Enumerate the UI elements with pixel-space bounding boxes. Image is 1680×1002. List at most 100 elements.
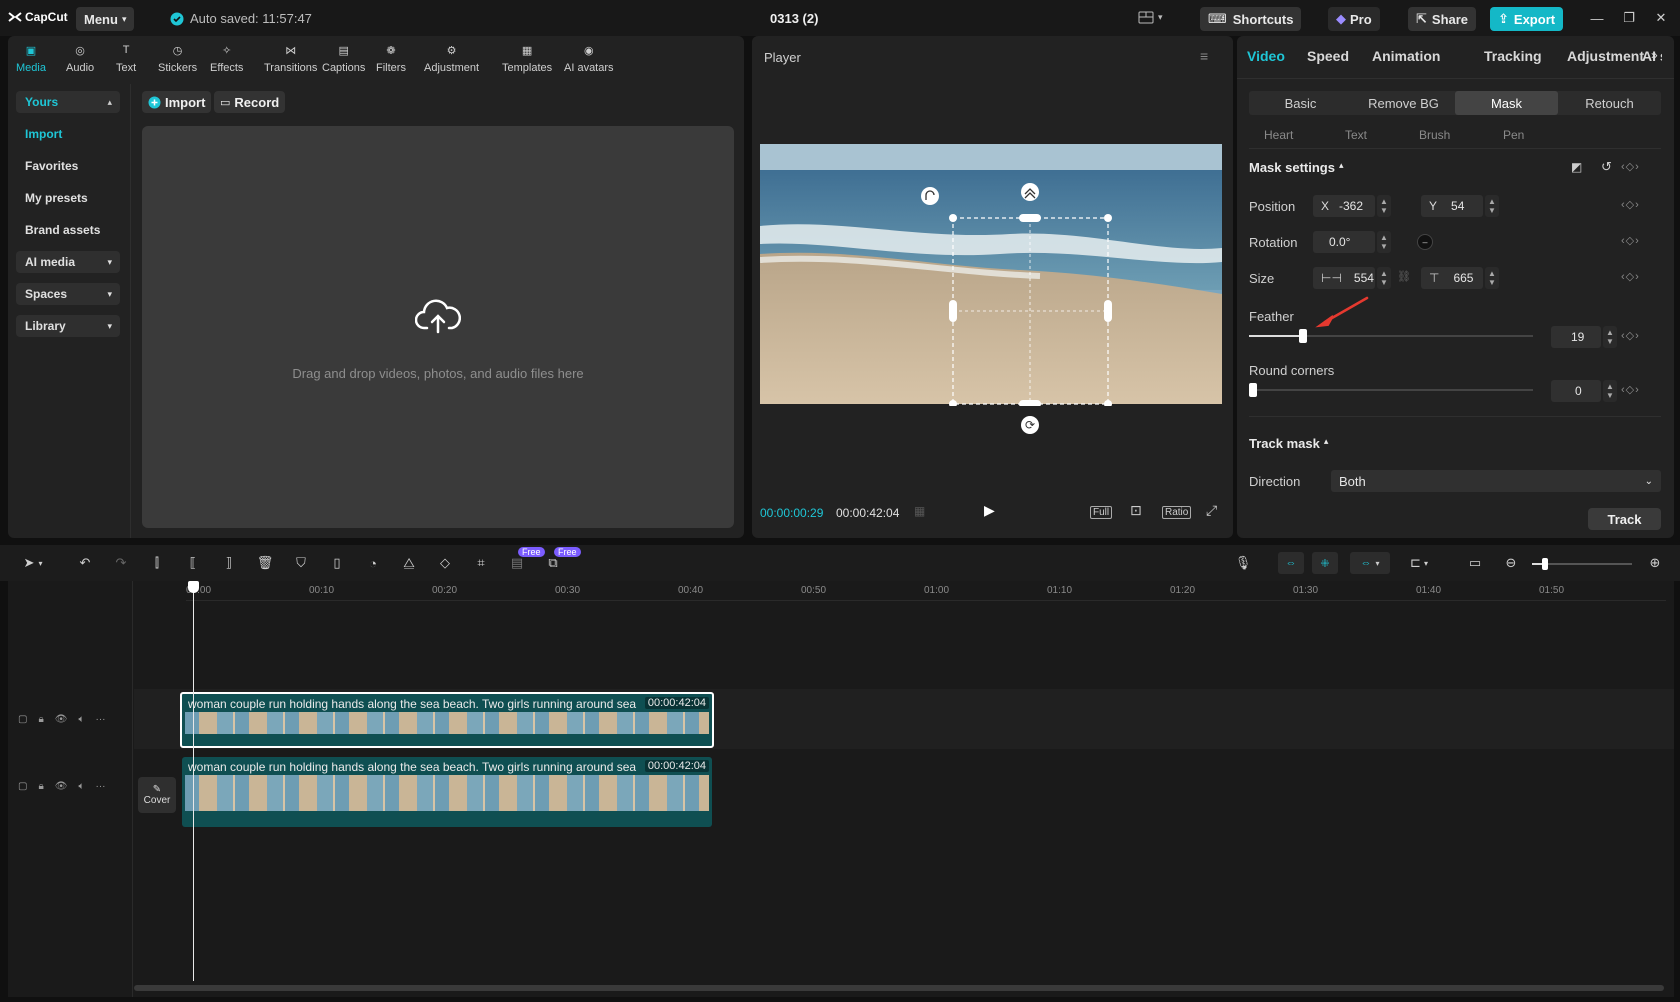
rotation-stepper[interactable]: ▲ ▼ bbox=[1377, 231, 1391, 253]
video-clip-selected[interactable]: woman couple run holding hands along the… bbox=[180, 692, 714, 748]
tool-effects[interactable]: ✧ Effects bbox=[210, 40, 243, 80]
hamburger-icon[interactable]: ≡ bbox=[1200, 48, 1208, 64]
more-icon[interactable]: ··· bbox=[95, 781, 105, 792]
split-icon[interactable]: ⫿ bbox=[148, 554, 166, 572]
mask-settings-header[interactable]: Mask settings ▴ bbox=[1249, 160, 1344, 175]
project-title[interactable]: 0313 (2) bbox=[770, 11, 818, 26]
keyframe-icon[interactable]: ‹◇› bbox=[1621, 198, 1640, 211]
restore-icon[interactable]: ❐ bbox=[1618, 8, 1640, 28]
mask-pen[interactable]: Pen bbox=[1503, 128, 1524, 142]
playhead-handle[interactable] bbox=[188, 581, 199, 593]
zoom-in-icon[interactable]: ⊕ bbox=[1646, 554, 1664, 572]
seg-mask[interactable]: Mask bbox=[1455, 91, 1558, 115]
track-toggle-icon[interactable]: ▢ bbox=[18, 714, 27, 725]
zoom-out-icon[interactable]: ⊖ bbox=[1502, 554, 1520, 572]
speed-icon[interactable]: ◔ bbox=[364, 554, 382, 572]
tool-filters[interactable]: ❁ Filters bbox=[376, 40, 406, 80]
tool-captions[interactable]: ▤ Captions bbox=[322, 40, 365, 80]
freeze-icon[interactable]: ▯ bbox=[328, 554, 346, 572]
eye-icon[interactable]: 👁︎ bbox=[55, 714, 68, 725]
preview-axis-toggle[interactable]: ⇔ ▾ bbox=[1350, 552, 1390, 574]
feather-slider-knob[interactable] bbox=[1298, 329, 1307, 343]
zoom-slider[interactable] bbox=[1532, 558, 1632, 570]
microphone-icon[interactable]: 🎙︎ bbox=[1234, 554, 1252, 572]
size-width-stepper[interactable]: ▲ ▼ bbox=[1377, 267, 1391, 289]
tool-media[interactable]: ▣ Media bbox=[16, 40, 46, 80]
record-button[interactable]: ▭ Record bbox=[214, 91, 286, 113]
redo-icon[interactable]: ↷ bbox=[112, 554, 130, 572]
video-clip[interactable]: woman couple run holding hands along the… bbox=[182, 757, 712, 827]
tool-transitions[interactable]: ⋈ Transitions bbox=[264, 40, 317, 80]
keyframe-icon[interactable]: ‹◇› bbox=[1621, 329, 1640, 342]
cover-button[interactable]: ✎ Cover bbox=[138, 777, 176, 813]
play-icon[interactable]: ▶ bbox=[984, 502, 995, 519]
mask-brush[interactable]: Brush bbox=[1419, 128, 1450, 142]
minimize-icon[interactable]: — bbox=[1586, 8, 1608, 28]
rotation-dial-icon[interactable]: – bbox=[1417, 234, 1433, 250]
tab-speed[interactable]: Speed bbox=[1307, 48, 1349, 64]
tool-templates[interactable]: ▦ Templates bbox=[502, 40, 552, 80]
import-button[interactable]: Import bbox=[142, 91, 212, 113]
eye-icon[interactable]: 👁︎ bbox=[55, 781, 68, 792]
menu-button[interactable]: Menu ▾ bbox=[76, 7, 135, 31]
playhead[interactable] bbox=[188, 581, 199, 981]
sidebar-item-brand-assets[interactable]: Brand assets bbox=[16, 219, 120, 241]
shortcuts-button[interactable]: ⌨ Shortcuts bbox=[1200, 7, 1302, 31]
round-corners-input[interactable]: 0 bbox=[1551, 380, 1601, 402]
preview-screen-icon[interactable]: ▭ bbox=[1466, 554, 1484, 572]
mask-text[interactable]: Text bbox=[1345, 128, 1367, 142]
split-view-icon[interactable]: ⊏ ▾ bbox=[1402, 554, 1436, 572]
horizontal-scrollbar[interactable] bbox=[134, 985, 1664, 991]
keyframe-icon[interactable]: ‹◇› bbox=[1621, 383, 1640, 396]
split-left-icon[interactable]: ⟦ bbox=[184, 554, 202, 572]
full-button[interactable]: Full bbox=[1090, 506, 1113, 519]
tool-stickers[interactable]: ◷ Stickers bbox=[158, 40, 197, 80]
tab-animation[interactable]: Animation bbox=[1372, 48, 1440, 64]
fullscreen-icon[interactable]: ⤢ bbox=[1206, 502, 1217, 519]
seg-remove-bg[interactable]: Remove BG bbox=[1352, 91, 1455, 115]
marker-icon[interactable]: ⛉ bbox=[292, 554, 310, 572]
track-button[interactable]: Track bbox=[1588, 508, 1661, 530]
rotation-input[interactable]: 0.0° bbox=[1313, 231, 1375, 253]
tabs-scroll-right-icon[interactable]: » bbox=[1651, 48, 1658, 62]
sidebar-item-my-presets[interactable]: My presets bbox=[16, 187, 120, 209]
tool-adjustment[interactable]: ⚙ Adjustment bbox=[424, 40, 479, 80]
undo-icon[interactable]: ↶ bbox=[76, 554, 94, 572]
invert-mask-icon[interactable]: ◩ bbox=[1571, 160, 1582, 174]
mask-heart[interactable]: Heart bbox=[1264, 128, 1293, 142]
sidebar-spaces[interactable]: Spaces ▾ bbox=[16, 283, 120, 305]
split-right-icon[interactable]: ⟧ bbox=[220, 554, 238, 572]
select-cursor-icon[interactable]: ➤ ▾ bbox=[16, 554, 50, 572]
sidebar-yours[interactable]: Yours ▴ bbox=[16, 91, 120, 113]
direction-select[interactable]: Both ⌄ bbox=[1331, 470, 1661, 492]
position-x-stepper[interactable]: ▲ ▼ bbox=[1377, 195, 1391, 217]
round-corners-slider-knob[interactable] bbox=[1249, 383, 1257, 397]
share-button[interactable]: ⇱ Share bbox=[1408, 7, 1477, 31]
close-icon[interactable]: ✕ bbox=[1650, 8, 1672, 28]
feather-stepper[interactable]: ▲ ▼ bbox=[1603, 326, 1617, 348]
size-width-input[interactable]: ⊢⊣ 554 bbox=[1313, 267, 1375, 289]
drop-zone[interactable]: Drag and drop videos, photos, and audio … bbox=[142, 126, 734, 528]
delete-icon[interactable]: 🗑︎ bbox=[256, 554, 274, 572]
layout-icon[interactable]: ▾ bbox=[1138, 11, 1163, 24]
magnet-toggle[interactable]: ⇔ bbox=[1278, 552, 1304, 574]
lock-icon[interactable]: 🔒︎ bbox=[38, 781, 43, 792]
track-mask-header[interactable]: Track mask ▴ bbox=[1249, 436, 1328, 451]
mask-overlay[interactable] bbox=[752, 126, 1233, 406]
seg-basic[interactable]: Basic bbox=[1249, 91, 1352, 115]
timecode-grid-icon[interactable]: ▦ bbox=[914, 504, 925, 518]
tool-text[interactable]: T Text bbox=[116, 40, 136, 80]
round-corners-slider[interactable] bbox=[1249, 383, 1533, 397]
seg-retouch[interactable]: Retouch bbox=[1558, 91, 1661, 115]
lock-icon[interactable]: 🔒︎ bbox=[38, 714, 43, 725]
reset-icon[interactable]: ↺ bbox=[1601, 159, 1612, 175]
sidebar-ai-media[interactable]: AI media ▾ bbox=[16, 251, 120, 273]
tab-adjustment[interactable]: Adjustment bbox=[1567, 48, 1644, 64]
crop-icon[interactable]: ⌗ bbox=[472, 554, 490, 572]
position-y-input[interactable]: Y 54 bbox=[1421, 195, 1483, 217]
speaker-icon[interactable]: 🔈︎ bbox=[78, 714, 84, 725]
tool-ai-avatars[interactable]: ◉ AI avatars bbox=[564, 40, 614, 80]
link-icon[interactable]: ⛓ bbox=[1397, 270, 1411, 283]
keyframe-icon[interactable]: ‹◇› bbox=[1621, 160, 1640, 173]
sidebar-item-favorites[interactable]: Favorites bbox=[16, 155, 120, 177]
